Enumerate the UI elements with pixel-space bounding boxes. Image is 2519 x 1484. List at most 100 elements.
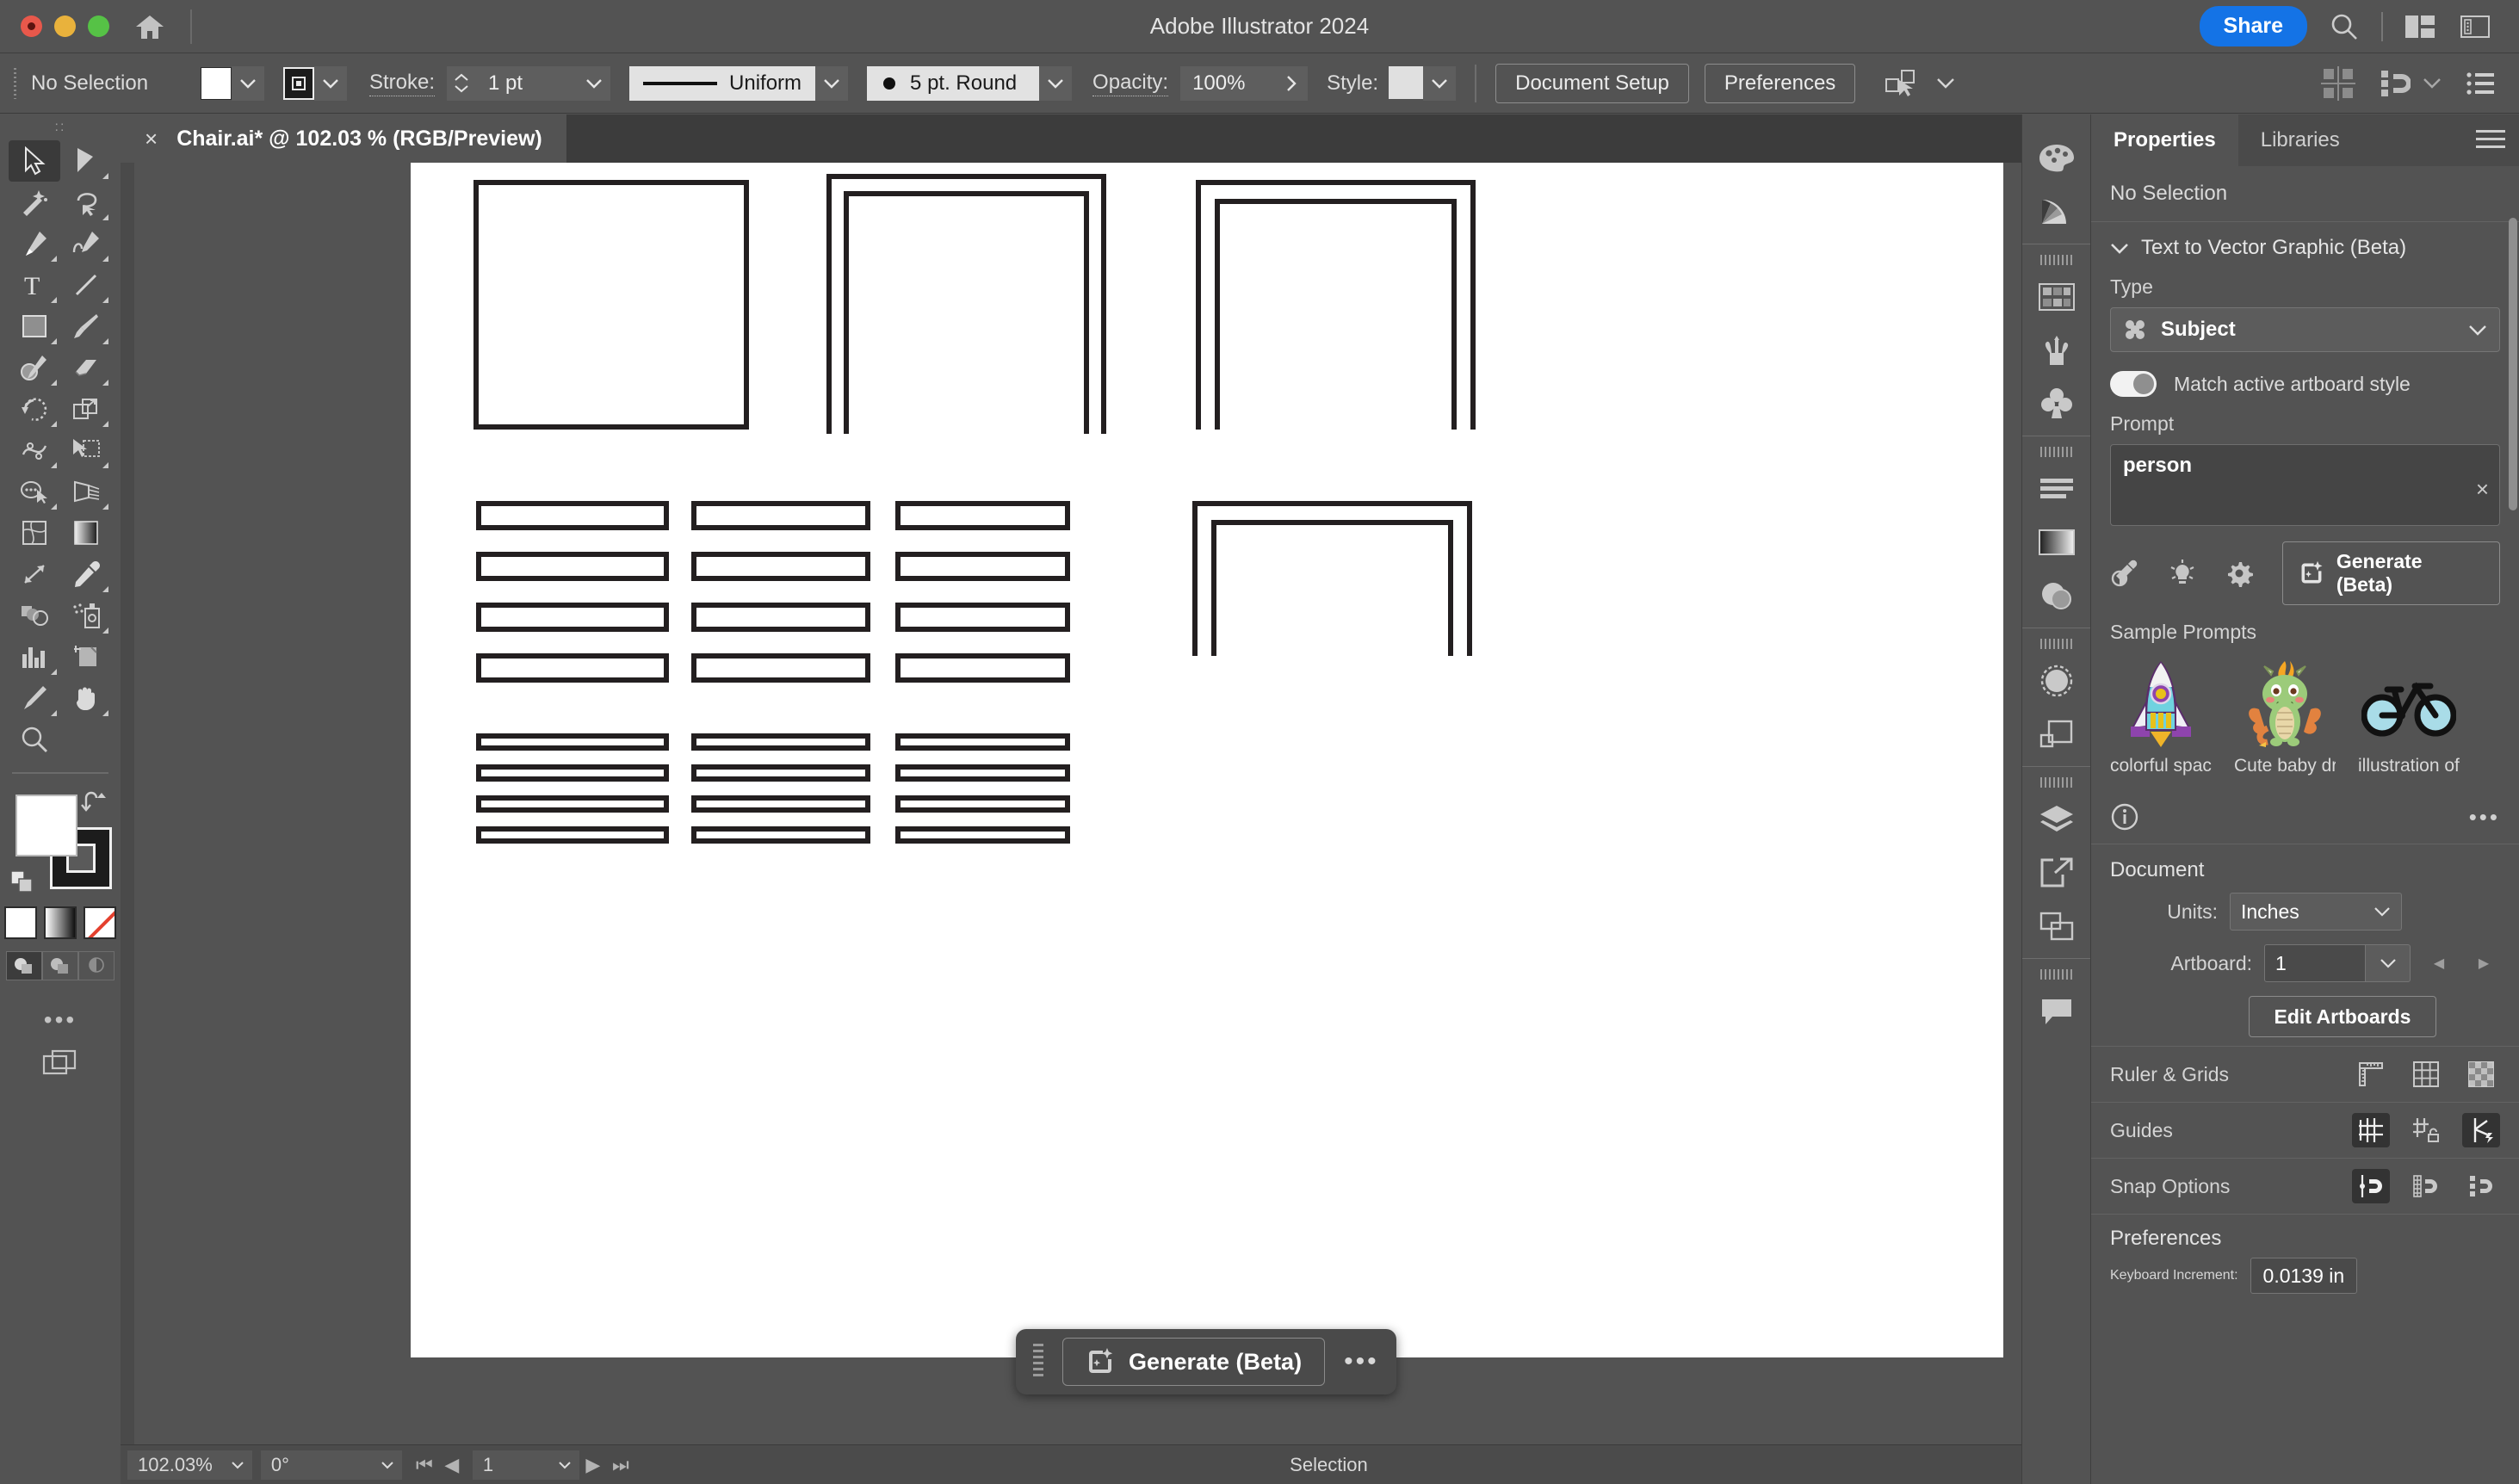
artwork-bar[interactable]	[691, 603, 870, 632]
stroke-chevron-down-icon[interactable]	[314, 65, 347, 101]
next-artboard-icon[interactable]: ▶	[2467, 947, 2500, 980]
canvas-area[interactable]: Generate (Beta) ••• ▲ ▼	[121, 163, 2090, 1444]
settings-gear-icon[interactable]	[2225, 560, 2253, 587]
draw-inside-icon[interactable]	[78, 951, 114, 980]
stroke-width-value[interactable]: 1 pt	[476, 65, 579, 101]
artwork-bar[interactable]	[691, 826, 870, 844]
asset-export-icon[interactable]	[2029, 846, 2084, 900]
first-artboard-icon[interactable]: ⏮	[411, 1450, 438, 1480]
properties-scrollbar[interactable]	[2509, 218, 2517, 562]
keyboard-increment-input[interactable]: 0.0139 in	[2250, 1258, 2358, 1294]
symbol-sprayer-tool[interactable]	[60, 595, 112, 636]
screen-mode-button[interactable]	[0, 1049, 121, 1079]
fill-stroke-control[interactable]	[0, 786, 121, 898]
gradient-fill-icon[interactable]	[44, 906, 77, 939]
artwork-bar[interactable]	[476, 603, 669, 632]
tab-properties[interactable]: Properties	[2091, 114, 2238, 166]
artboard-input[interactable]: 1	[2264, 944, 2366, 982]
blend-tool[interactable]	[9, 595, 60, 636]
stroke-width-chevron-down-icon[interactable]	[578, 65, 611, 101]
sample-prompt-item[interactable]: Cute baby dr...	[2234, 658, 2336, 776]
floating-generate-toolbar[interactable]: Generate (Beta) •••	[1016, 1329, 1396, 1394]
artwork-bar[interactable]	[476, 826, 669, 844]
magic-wand-tool[interactable]	[9, 182, 60, 223]
dock-group-grip-3[interactable]	[2039, 639, 2073, 649]
search-icon[interactable]	[2326, 9, 2362, 45]
rectangle-tool[interactable]	[9, 306, 60, 347]
zoom-control[interactable]: 102.03%	[127, 1450, 252, 1480]
panel-menu-icon[interactable]	[2466, 71, 2495, 96]
grid-icon[interactable]	[2407, 1057, 2445, 1091]
artwork-bar[interactable]	[895, 501, 1070, 530]
none-fill-icon[interactable]	[84, 906, 116, 939]
symbols-icon[interactable]	[2029, 377, 2084, 430]
stroke-profile-control[interactable]: Uniform	[629, 65, 849, 101]
t2v-prompt-input[interactable]: person ×	[2110, 444, 2500, 526]
color-fill-icon[interactable]	[4, 906, 37, 939]
rotation-control[interactable]: 0°	[260, 1450, 402, 1480]
sample-prompt-item[interactable]: colorful space...	[2110, 658, 2212, 776]
artwork-bar[interactable]	[895, 653, 1070, 683]
t2v-generate-button[interactable]: Generate (Beta)	[2281, 541, 2500, 605]
selection-tool[interactable]	[9, 140, 60, 182]
artwork-bar[interactable]	[895, 733, 1070, 751]
floating-toolbar-grip[interactable]	[1033, 1344, 1043, 1380]
artboard-number-value[interactable]: 1	[472, 1450, 550, 1480]
dock-group-grip[interactable]	[2039, 255, 2073, 265]
graphic-styles-icon[interactable]	[2029, 708, 2084, 761]
lock-guides-icon[interactable]	[2407, 1113, 2445, 1147]
appearance-icon[interactable]	[2029, 654, 2084, 708]
preferences-button[interactable]: Preferences	[1704, 63, 1856, 103]
next-artboard-icon[interactable]: ▶	[579, 1450, 607, 1480]
brush-field[interactable]: 5 pt. Round	[867, 65, 1040, 101]
width-tool[interactable]	[9, 430, 60, 471]
swap-fill-stroke-icon[interactable]	[81, 789, 107, 812]
fill-color-box[interactable]	[15, 795, 77, 856]
stroke-profile-field[interactable]: Uniform	[629, 65, 816, 101]
hand-tool[interactable]	[60, 677, 112, 719]
slice-tool[interactable]	[9, 677, 60, 719]
drawing-mode-group[interactable]	[0, 951, 121, 980]
artwork-bar[interactable]	[895, 826, 1070, 844]
info-icon[interactable]	[2110, 802, 2139, 832]
artwork-bar[interactable]	[691, 795, 870, 813]
lightbulb-icon[interactable]	[2169, 560, 2196, 587]
artwork-bar[interactable]	[895, 764, 1070, 782]
t2v-section-header[interactable]: Text to Vector Graphic (Beta)	[2110, 236, 2500, 260]
color-picker-icon[interactable]	[2110, 560, 2139, 587]
free-transform-tool[interactable]	[60, 430, 112, 471]
home-icon[interactable]	[132, 9, 168, 45]
graphic-style-control[interactable]	[1389, 65, 1457, 101]
shaper-tool[interactable]	[9, 347, 60, 388]
artwork-bar[interactable]	[476, 795, 669, 813]
stroke-profile-chevron-down-icon[interactable]	[815, 65, 849, 101]
align-icon[interactable]	[2029, 462, 2084, 516]
t2v-type-select[interactable]: Subject	[2110, 307, 2500, 352]
artwork-bar[interactable]	[691, 733, 870, 751]
smart-guides-icon[interactable]	[2462, 1113, 2500, 1147]
artwork-bar[interactable]	[895, 552, 1070, 581]
pen-tool[interactable]	[9, 223, 60, 264]
match-artboard-style-row[interactable]: Match active artboard style	[2110, 371, 2500, 397]
ruler-icon[interactable]	[2352, 1057, 2390, 1091]
properties-scroll-thumb[interactable]	[2509, 218, 2517, 510]
direct-selection-tool[interactable]	[60, 140, 112, 182]
stroke-width-control[interactable]: 1 pt	[447, 65, 611, 101]
control-bar-grip[interactable]	[10, 67, 19, 99]
sample-prompt-item[interactable]: illustration of...	[2358, 658, 2460, 776]
previous-artboard-icon[interactable]: ◀	[438, 1450, 466, 1480]
color-guide-icon[interactable]	[2029, 185, 2084, 238]
eraser-tool[interactable]	[60, 347, 112, 388]
workspace-icon[interactable]	[2402, 9, 2438, 45]
floating-toolbar-more-button[interactable]: •••	[1344, 1347, 1379, 1376]
artwork-bar[interactable]	[691, 552, 870, 581]
clear-prompt-icon[interactable]: ×	[2476, 476, 2489, 503]
shape-builder-tool[interactable]	[9, 471, 60, 512]
match-artboard-style-toggle[interactable]	[2110, 371, 2157, 397]
default-fill-stroke-icon[interactable]	[10, 870, 36, 894]
artboards-icon[interactable]	[2029, 900, 2084, 953]
artboard-tool[interactable]	[60, 636, 112, 677]
more-tools-button[interactable]: •••	[0, 1006, 121, 1034]
artwork-bar[interactable]	[476, 764, 669, 782]
measure-tool[interactable]	[9, 553, 60, 595]
